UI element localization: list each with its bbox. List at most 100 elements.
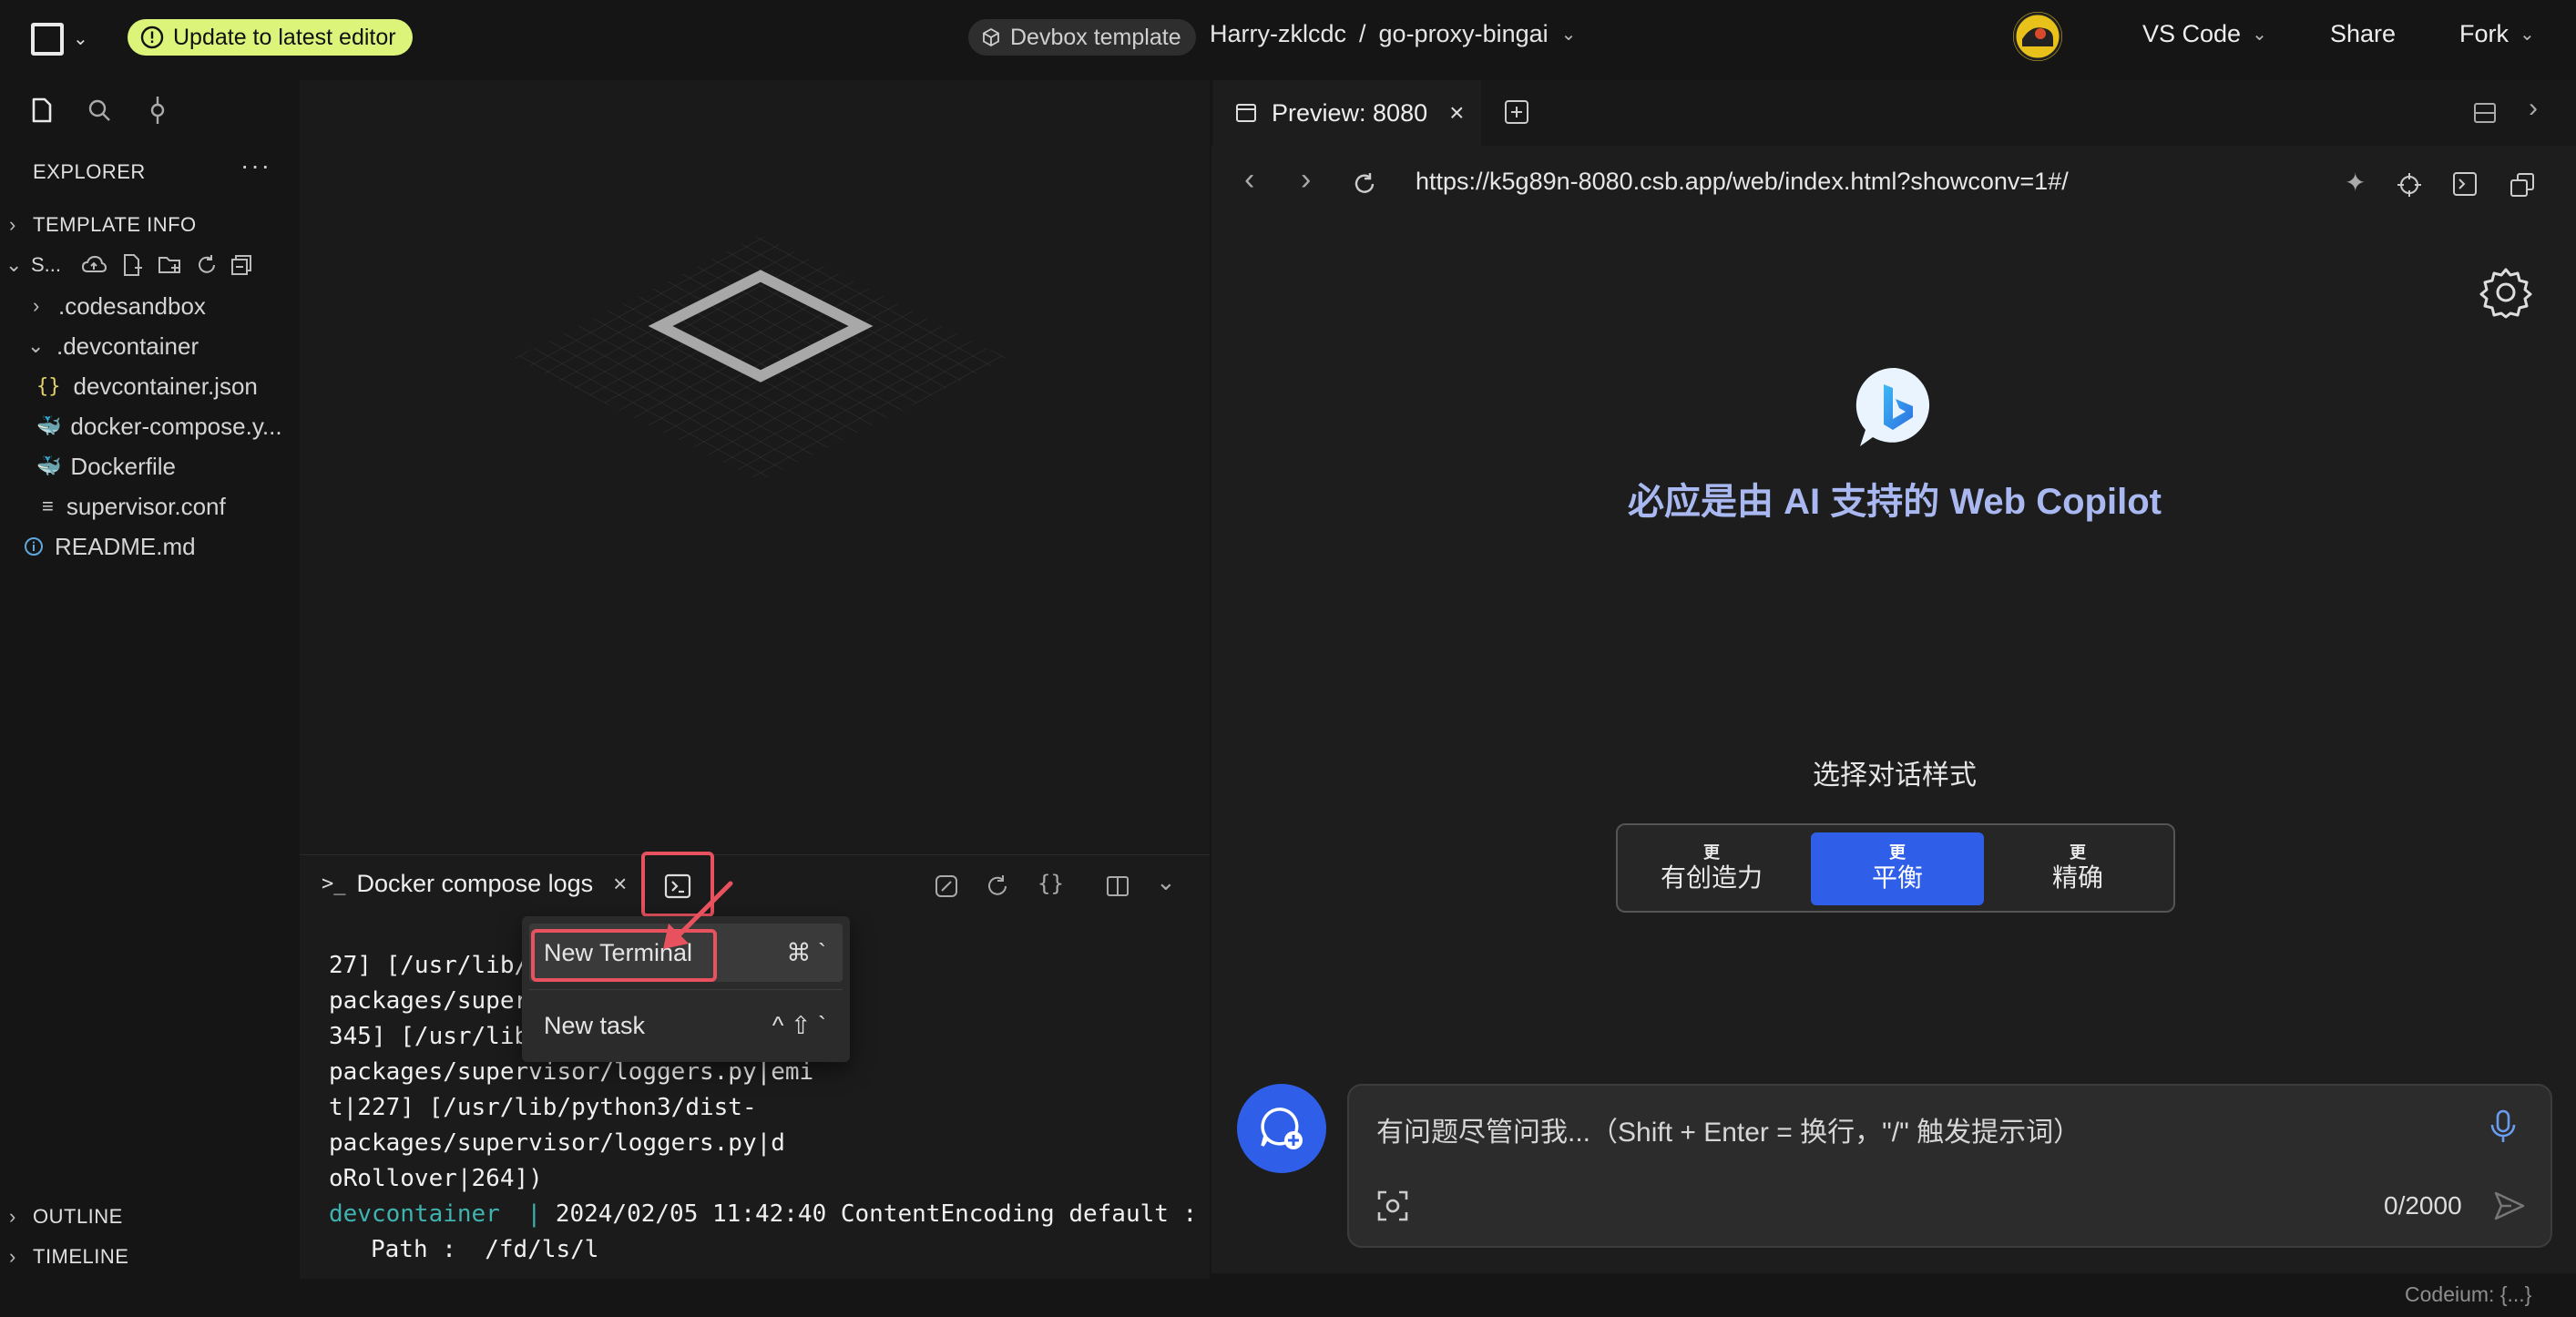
chevron-down-icon[interactable]: ⌄ [73, 27, 88, 50]
chevron-down-icon[interactable]: ⌄ [1561, 23, 1577, 46]
tree-item-label: docker-compose.y... [70, 412, 282, 440]
add-tab-icon[interactable] [1503, 98, 1530, 126]
preview-tab-label: Preview: 8080 [1272, 98, 1428, 127]
bing-logo-icon [1853, 364, 1938, 450]
tree-item-label: .codesandbox [58, 291, 206, 320]
tree-item-label: README.md [55, 532, 196, 560]
url-field[interactable]: https://k5g89n-8080.csb.app/web/index.ht… [1416, 168, 2069, 196]
style-option-label: 精确 [2051, 863, 2103, 892]
repo-name-link[interactable]: go-proxy-bingai [1379, 20, 1549, 48]
tree-item-devcontainer-json[interactable]: {} devcontainer.json [36, 367, 258, 405]
menu-logo-icon[interactable] [31, 23, 64, 56]
tree-item-devcontainer[interactable]: ⌄ .devcontainer [27, 327, 199, 365]
panel-tab-bar: >_ Docker compose logs × {} ⌄ [300, 852, 1210, 917]
layout-toggle-icon[interactable] [2472, 100, 2498, 126]
template-info-label: TEMPLATE INFO [33, 213, 197, 236]
chevron-down-icon[interactable]: ⌄ [1156, 868, 1176, 896]
crosshair-icon[interactable] [2396, 171, 2423, 199]
preview-tab-bar: Preview: 8080 × › [1211, 80, 2576, 146]
chat-input-box: 有问题尽管问我...（Shift + Enter = 换行，"/" 触发提示词）… [1347, 1084, 2552, 1248]
docker-compose-icon: 🐳 [36, 414, 62, 437]
update-editor-button[interactable]: Update to latest editor [128, 19, 413, 56]
style-option-precise[interactable]: 更 精确 [1991, 832, 2164, 905]
json-braces-icon[interactable]: {} [1038, 871, 1064, 896]
fork-button[interactable]: Fork ⌄ [2459, 20, 2535, 48]
tree-item-codesandbox[interactable]: › .codesandbox [33, 287, 206, 325]
terminal-icon[interactable] [2452, 171, 2478, 197]
style-option-label: 有创造力 [1660, 863, 1763, 892]
cube-icon [981, 27, 1001, 47]
clear-icon[interactable] [934, 873, 959, 899]
json-file-icon: {} [36, 374, 61, 398]
template-info-section[interactable]: › TEMPLATE INFO [9, 206, 197, 244]
close-icon[interactable]: × [613, 870, 627, 898]
share-label: Share [2330, 20, 2397, 47]
menu-item-shortcut: ^ ⇧ ` [772, 1011, 826, 1039]
timeline-section[interactable]: › TIMELINE [9, 1238, 128, 1276]
tab-preview-8080[interactable]: Preview: 8080 × [1213, 80, 1481, 146]
tab-docker-compose-logs[interactable]: >_ Docker compose logs × [322, 870, 627, 898]
menu-item-shortcut: ⌘ ` [786, 938, 827, 966]
terminal-log-line: devcontainer | 2024/02/05 11:42:40 Conte… [329, 1197, 1203, 1232]
chevron-down-icon: ⌄ [2520, 25, 2535, 45]
screenshot-icon[interactable] [1376, 1189, 1409, 1222]
top-bar: ⌄ Update to latest editor Devbox templat… [0, 0, 2576, 77]
refresh-icon[interactable] [196, 254, 218, 276]
sparkle-icon[interactable]: ✦ [2345, 168, 2366, 198]
log-separator: | [526, 1200, 542, 1228]
share-button[interactable]: Share [2330, 20, 2396, 48]
style-option-balanced[interactable]: 更 平衡 [1811, 832, 1984, 905]
menu-item-new-task[interactable]: New task ^ ⇧ ` [529, 996, 843, 1055]
vscode-menu-button[interactable]: VS Code ⌄ [2142, 20, 2267, 48]
avatar[interactable] [2013, 12, 2062, 61]
new-file-icon[interactable] [121, 253, 143, 277]
style-option-creative[interactable]: 更 有创造力 [1625, 832, 1798, 905]
alert-circle-icon [140, 26, 164, 49]
workspace-owner-link[interactable]: Harry-zklcdc [1210, 20, 1346, 48]
explorer-title: EXPLORER [33, 160, 146, 183]
collapse-all-icon[interactable] [230, 254, 252, 276]
docker-icon: 🐳 [36, 454, 62, 477]
editor-empty-logo-icon [515, 235, 1007, 481]
send-icon[interactable] [2493, 1189, 2526, 1222]
chevron-right-icon: › [9, 213, 16, 236]
settings-gear-icon[interactable] [2479, 266, 2532, 319]
sandbox-section-header[interactable]: ⌄ S... [5, 246, 297, 284]
new-folder-icon[interactable] [158, 254, 183, 276]
chevron-down-icon: ⌄ [2252, 25, 2267, 45]
chevron-right-icon[interactable]: › [2529, 93, 2538, 124]
tree-item-supervisor-conf[interactable]: ≡ supervisor.conf [42, 487, 226, 526]
chevron-right-icon: › [9, 1205, 16, 1228]
source-control-icon[interactable] [146, 95, 169, 126]
cloud-upload-icon[interactable] [81, 254, 107, 276]
forward-icon[interactable]: › [1301, 162, 1311, 198]
update-editor-label: Update to latest editor [173, 24, 396, 50]
devbox-template-badge[interactable]: Devbox template [968, 19, 1196, 56]
style-option-prefix: 更 [2070, 843, 2086, 862]
tree-item-label: supervisor.conf [66, 492, 226, 520]
restart-icon[interactable] [985, 873, 1010, 899]
tree-item-docker-compose[interactable]: 🐳 docker-compose.y... [36, 407, 282, 445]
microphone-icon[interactable] [2489, 1109, 2517, 1144]
codeium-status[interactable]: Codeium: {...} [2405, 1282, 2531, 1307]
close-icon[interactable]: × [1449, 98, 1464, 128]
sandbox-label: S... [31, 253, 62, 276]
tree-item-label: .devcontainer [56, 332, 199, 360]
tree-item-dockerfile[interactable]: 🐳 Dockerfile [36, 447, 176, 485]
files-icon[interactable] [29, 97, 55, 124]
tree-item-readme[interactable]: README.md [24, 527, 196, 566]
outline-section[interactable]: › OUTLINE [9, 1198, 123, 1236]
style-option-prefix: 更 [1889, 843, 1906, 862]
split-panel-icon[interactable] [1105, 873, 1130, 899]
fork-label: Fork [2459, 20, 2509, 47]
search-icon[interactable] [86, 97, 113, 124]
new-topic-button[interactable] [1237, 1084, 1326, 1173]
back-icon[interactable]: ‹ [1244, 162, 1254, 198]
open-external-icon[interactable] [2509, 171, 2536, 199]
style-prompt: 选择对话样式 [1813, 761, 1977, 791]
more-actions-icon[interactable]: ··· [240, 151, 271, 180]
chat-input[interactable]: 有问题尽管问我...（Shift + Enter = 换行，"/" 触发提示词） [1376, 1109, 2451, 1149]
reload-icon[interactable] [1352, 171, 1377, 197]
annotation-arrow-icon [663, 881, 733, 949]
text-file-icon: ≡ [42, 495, 54, 517]
